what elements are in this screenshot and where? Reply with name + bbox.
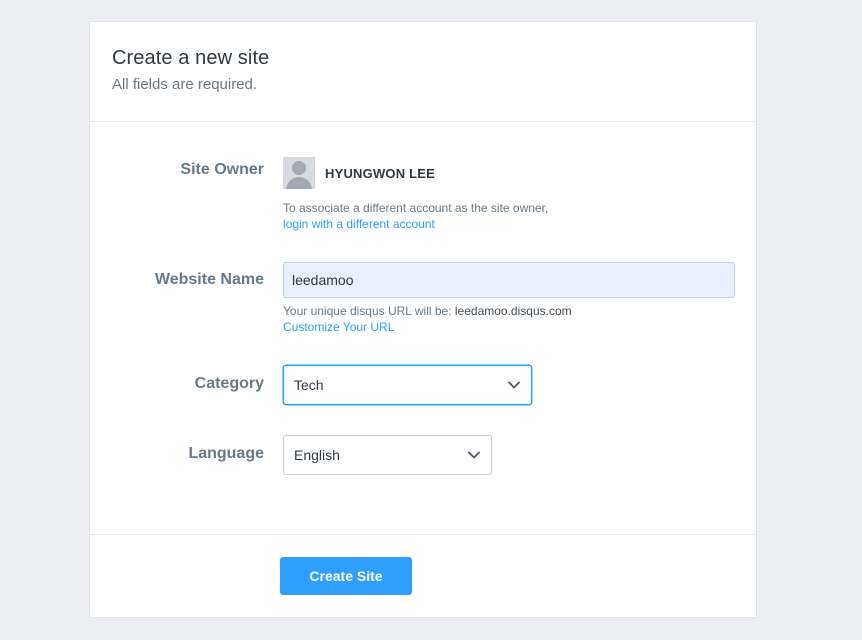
create-site-card: Create a new site All fields are require… [89,21,757,618]
website-name-label: Website Name [154,271,264,288]
owner-row: HYUNGWON LEE [283,157,435,189]
avatar-icon [283,157,315,189]
website-help-url: leedamoo.disqus.com [454,304,572,318]
language-selected-value: English [294,447,340,463]
login-different-account-link[interactable]: login with a different account [283,216,548,232]
website-name-input[interactable] [283,262,735,298]
owner-help-text: To associate a different account as the … [283,201,549,215]
category-label: Category [194,375,264,392]
site-owner-label: Site Owner [180,161,264,178]
chevron-down-icon [467,448,481,462]
create-site-form: Site Owner HYUNGWON LEE To associate a d… [90,122,756,535]
page-subtitle: All fields are required. [112,76,258,93]
language-label: Language [188,445,264,462]
website-help: Your unique disqus URL will be: leedamoo… [283,303,572,335]
customize-url-link[interactable]: Customize Your URL [283,319,572,335]
create-site-button[interactable]: Create Site [280,557,412,595]
owner-help: To associate a different account as the … [283,200,548,232]
card-footer: Create Site [90,535,756,617]
page-title: Create a new site [112,47,270,69]
category-selected-value: Tech [294,377,324,393]
language-select[interactable]: English [283,435,492,475]
website-help-prefix: Your unique disqus URL will be: [283,304,452,318]
chevron-down-icon [507,378,521,392]
card-header: Create a new site All fields are require… [90,22,756,122]
owner-name: HYUNGWON LEE [325,165,436,181]
category-select[interactable]: Tech [283,365,532,405]
